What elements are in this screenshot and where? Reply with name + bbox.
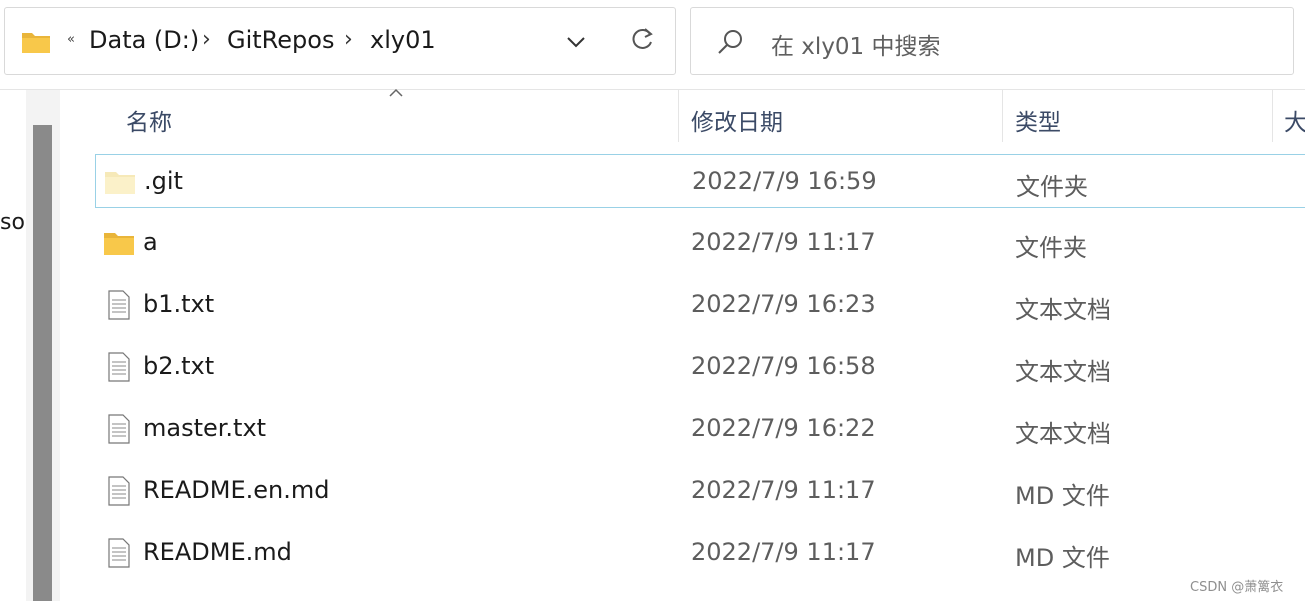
column-header-modified[interactable]: 修改日期 — [691, 103, 783, 137]
file-name: b2.txt — [143, 352, 215, 380]
file-type: MD 文件 — [1015, 482, 1110, 510]
text-file-icon — [108, 414, 130, 444]
nav-scrollbar-thumb[interactable] — [33, 125, 52, 601]
file-type: MD 文件 — [1015, 544, 1110, 572]
breadcrumb-item-drive[interactable]: Data (D:) — [89, 26, 199, 54]
column-header-size[interactable]: 大 — [1284, 103, 1305, 137]
folder-icon — [104, 233, 134, 255]
search-placeholder[interactable]: 在 xly01 中搜索 — [771, 27, 941, 61]
file-type: 文本文档 — [1015, 420, 1111, 448]
text-file-icon — [108, 538, 130, 568]
file-row[interactable]: README.md 2022/7/9 11:17 MD 文件 — [95, 526, 1305, 580]
file-name: b1.txt — [143, 290, 215, 318]
column-header-type[interactable]: 类型 — [1015, 103, 1061, 137]
file-type: 文本文档 — [1015, 296, 1111, 324]
folder-icon — [105, 172, 135, 194]
sort-ascending-icon — [389, 88, 403, 97]
breadcrumb-item-current[interactable]: xly01 — [370, 26, 436, 54]
file-name: README.en.md — [143, 476, 330, 504]
file-row[interactable]: a 2022/7/9 11:17 文件夹 — [95, 216, 1305, 270]
file-type: 文件夹 — [1015, 234, 1087, 262]
file-name: a — [143, 228, 158, 256]
file-row[interactable]: README.en.md 2022/7/9 11:17 MD 文件 — [95, 464, 1305, 518]
breadcrumb-separator[interactable]: › — [202, 27, 211, 52]
file-modified: 2022/7/9 11:17 — [691, 476, 876, 504]
breadcrumb-separator[interactable]: › — [344, 27, 353, 52]
file-modified: 2022/7/9 16:22 — [691, 414, 876, 442]
breadcrumb-item-gitrepos[interactable]: GitRepos — [227, 26, 334, 54]
breadcrumb-overflow-button[interactable]: « — [67, 32, 75, 47]
toolbar-divider — [0, 89, 1305, 90]
column-header-name[interactable]: 名称 — [126, 103, 172, 137]
file-name: master.txt — [143, 414, 267, 442]
column-divider[interactable] — [1272, 90, 1273, 142]
file-modified: 2022/7/9 16:59 — [692, 167, 877, 195]
file-type: 文件夹 — [1016, 173, 1088, 201]
nav-item-label[interactable]: so — [0, 210, 25, 235]
file-row[interactable]: .git 2022/7/9 16:59 文件夹 — [95, 154, 1305, 208]
file-name: .git — [144, 167, 183, 195]
file-modified: 2022/7/9 11:17 — [691, 538, 876, 566]
watermark-text: CSDN @萧篱衣 — [1190, 580, 1284, 595]
text-file-icon — [108, 290, 130, 320]
folder-icon — [22, 33, 50, 53]
column-divider[interactable] — [1002, 90, 1003, 142]
file-row[interactable]: master.txt 2022/7/9 16:22 文本文档 — [95, 402, 1305, 456]
search-icon — [718, 30, 742, 54]
text-file-icon — [108, 476, 130, 506]
address-bar[interactable]: « Data (D:) › GitRepos › xly01 — [4, 7, 676, 75]
search-box[interactable]: 在 xly01 中搜索 — [690, 7, 1294, 75]
file-row[interactable]: b1.txt 2022/7/9 16:23 文本文档 — [95, 278, 1305, 332]
refresh-icon[interactable] — [628, 25, 656, 53]
column-divider[interactable] — [678, 90, 679, 142]
file-modified: 2022/7/9 16:58 — [691, 352, 876, 380]
file-type: 文本文档 — [1015, 358, 1111, 386]
text-file-icon — [108, 352, 130, 382]
file-modified: 2022/7/9 11:17 — [691, 228, 876, 256]
chevron-down-icon[interactable] — [561, 30, 591, 54]
file-name: README.md — [143, 538, 292, 566]
file-modified: 2022/7/9 16:23 — [691, 290, 876, 318]
file-explorer-window: « Data (D:) › GitRepos › xly01 在 xly01 中… — [0, 0, 1305, 601]
file-row[interactable]: b2.txt 2022/7/9 16:58 文本文档 — [95, 340, 1305, 394]
